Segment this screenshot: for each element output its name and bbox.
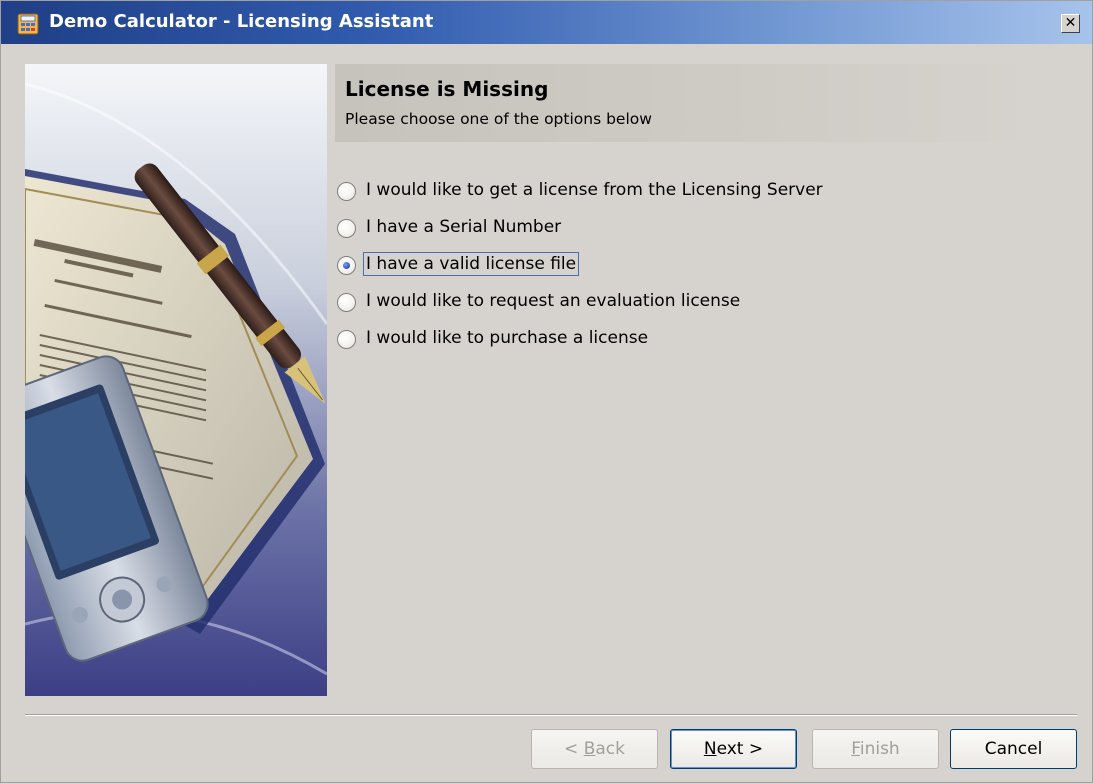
back-button[interactable]: < Back: [531, 729, 658, 769]
option-label[interactable]: I have a valid license file: [362, 252, 580, 276]
option-label[interactable]: I have a Serial Number: [364, 216, 563, 238]
dialog-window: Demo Calculator - Licensing Assistant ✕: [0, 0, 1093, 783]
option-label[interactable]: I would like to purchase a license: [364, 327, 650, 349]
close-icon: ✕: [1064, 15, 1077, 31]
finish-button[interactable]: Finish: [812, 729, 939, 769]
next-button[interactable]: Next >: [670, 729, 797, 769]
radio-dot-icon: [343, 262, 350, 269]
window-title: Demo Calculator - Licensing Assistant: [49, 11, 434, 32]
page-subtitle: Please choose one of the options below: [345, 110, 652, 128]
close-button[interactable]: ✕: [1061, 14, 1080, 33]
cancel-button[interactable]: Cancel: [950, 729, 1077, 769]
title-bar[interactable]: Demo Calculator - Licensing Assistant ✕: [1, 1, 1092, 44]
option-label[interactable]: I would like to request an evaluation li…: [364, 290, 742, 312]
footer-separator: [25, 714, 1077, 716]
option-label[interactable]: I would like to get a license from the L…: [364, 179, 825, 201]
radio-button-selected[interactable]: [337, 256, 356, 275]
radio-button[interactable]: [337, 219, 356, 238]
radio-button[interactable]: [337, 293, 356, 312]
page-title: License is Missing: [345, 77, 549, 101]
header-panel: License is Missing Please choose one of …: [335, 64, 1045, 142]
radio-button[interactable]: [337, 182, 356, 201]
certificate-illustration: [25, 64, 327, 696]
radio-button[interactable]: [337, 330, 356, 349]
calculator-app-icon: [17, 13, 39, 35]
